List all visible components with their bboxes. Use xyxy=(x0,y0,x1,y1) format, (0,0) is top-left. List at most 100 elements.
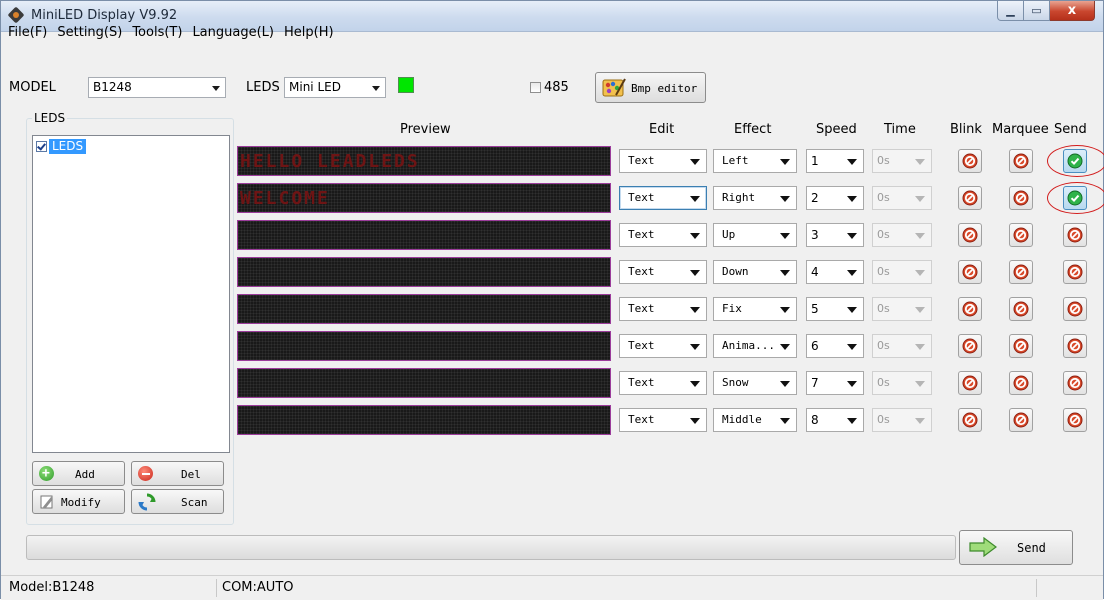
menu-language[interactable]: Language(L) xyxy=(187,23,279,43)
send-button[interactable]: Send xyxy=(959,530,1073,565)
time-select[interactable]: 0s xyxy=(872,186,932,210)
highlight-ring xyxy=(1047,145,1104,177)
add-button-label: Add xyxy=(75,468,95,481)
edit-select[interactable]: Text xyxy=(619,149,707,173)
marquee-toggle[interactable] xyxy=(1009,223,1033,247)
time-select[interactable]: 0s xyxy=(872,297,932,321)
send-toggle[interactable] xyxy=(1063,260,1087,284)
speed-select[interactable]: 5 xyxy=(806,297,864,321)
effect-select[interactable]: Anima... xyxy=(713,334,797,358)
effect-select[interactable]: Right xyxy=(713,186,797,210)
marquee-toggle[interactable] xyxy=(1009,334,1033,358)
marquee-toggle[interactable] xyxy=(1009,149,1033,173)
blink-toggle[interactable] xyxy=(958,260,982,284)
preview-screen[interactable] xyxy=(237,294,611,324)
time-select[interactable]: 0s xyxy=(872,334,932,358)
edit-select[interactable]: Text xyxy=(619,260,707,284)
blink-toggle[interactable] xyxy=(958,149,982,173)
speed-select[interactable]: 2 xyxy=(806,186,864,210)
blink-toggle[interactable] xyxy=(958,297,982,321)
tree-item-leds[interactable]: LEDS xyxy=(36,139,87,154)
speed-select[interactable]: 4 xyxy=(806,260,864,284)
edit-select-value: Text xyxy=(628,302,655,315)
preview-screen[interactable] xyxy=(237,257,611,287)
preview-screen[interactable] xyxy=(237,368,611,398)
model-select[interactable]: B1248 xyxy=(88,77,226,98)
leds-select[interactable]: Mini LED xyxy=(284,77,386,98)
add-button[interactable]: + Add xyxy=(32,461,125,486)
modify-button[interactable]: Modify xyxy=(32,489,125,514)
speed-select[interactable]: 3 xyxy=(806,223,864,247)
preview-screen[interactable]: WELCOME xyxy=(237,183,611,213)
leds-tree[interactable]: LEDS xyxy=(32,135,230,453)
time-select[interactable]: 0s xyxy=(872,408,932,432)
edit-select[interactable]: Text xyxy=(619,334,707,358)
edit-select[interactable]: Text xyxy=(619,408,707,432)
send-toggle[interactable] xyxy=(1063,223,1087,247)
effect-select[interactable]: Snow xyxy=(713,371,797,395)
edit-select[interactable]: Text xyxy=(619,186,707,210)
edit-select[interactable]: Text xyxy=(619,297,707,321)
speed-select[interactable]: 7 xyxy=(806,371,864,395)
menu-tools[interactable]: Tools(T) xyxy=(127,23,187,43)
marquee-toggle[interactable] xyxy=(1009,260,1033,284)
speed-select[interactable]: 1 xyxy=(806,149,864,173)
scan-button[interactable]: Scan xyxy=(131,489,224,514)
minimize-icon: ▁ xyxy=(1006,4,1015,17)
effect-select[interactable]: Fix xyxy=(713,297,797,321)
col-edit: Edit xyxy=(649,122,675,137)
edit-select-value: Text xyxy=(628,265,655,278)
send-toggle[interactable] xyxy=(1063,408,1087,432)
tree-item-checkbox[interactable] xyxy=(36,141,47,152)
status-com: COM:AUTO xyxy=(222,580,294,595)
chevron-down-icon xyxy=(915,270,925,276)
send-toggle[interactable] xyxy=(1063,297,1087,321)
blink-toggle[interactable] xyxy=(958,408,982,432)
menu-file[interactable]: File(F) xyxy=(1,23,52,43)
maximize-button[interactable]: ▭ xyxy=(1024,1,1050,21)
time-select[interactable]: 0s xyxy=(872,260,932,284)
edit-select[interactable]: Text xyxy=(619,223,707,247)
chevron-down-icon xyxy=(690,159,700,165)
del-button[interactable]: Del xyxy=(131,461,224,486)
effect-select[interactable]: Down xyxy=(713,260,797,284)
close-button[interactable]: x xyxy=(1050,1,1095,21)
effect-select[interactable]: Up xyxy=(713,223,797,247)
color-swatch[interactable] xyxy=(398,77,414,93)
preview-screen[interactable] xyxy=(237,331,611,361)
menu-setting[interactable]: Setting(S) xyxy=(52,23,127,43)
plus-icon: + xyxy=(42,466,50,481)
menu-help[interactable]: Help(H) xyxy=(279,23,339,43)
preview-screen[interactable] xyxy=(237,220,611,250)
status-divider xyxy=(216,579,217,597)
marquee-toggle[interactable] xyxy=(1009,297,1033,321)
time-select[interactable]: 0s xyxy=(872,149,932,173)
preview-screen[interactable]: HELLO LEADLEDS xyxy=(237,146,611,176)
effect-select[interactable]: Left xyxy=(713,149,797,173)
status-model: Model:B1248 xyxy=(9,580,95,595)
preview-screen[interactable] xyxy=(237,405,611,435)
speed-select[interactable]: 8 xyxy=(806,408,864,432)
model-label: MODEL xyxy=(9,80,56,95)
send-toggle[interactable] xyxy=(1063,334,1087,358)
blink-toggle[interactable] xyxy=(958,223,982,247)
minimize-button[interactable]: ▁ xyxy=(997,1,1024,21)
blink-toggle[interactable] xyxy=(958,186,982,210)
col-effect: Effect xyxy=(734,122,772,137)
marquee-toggle[interactable] xyxy=(1009,186,1033,210)
time-select[interactable]: 0s xyxy=(872,371,932,395)
speed-select[interactable]: 6 xyxy=(806,334,864,358)
blink-toggle[interactable] xyxy=(958,334,982,358)
bmp-editor-button[interactable]: Bmp editor xyxy=(595,72,706,103)
send-progress-bar xyxy=(26,535,956,560)
marquee-toggle[interactable] xyxy=(1009,408,1033,432)
marquee-toggle[interactable] xyxy=(1009,371,1033,395)
blink-toggle[interactable] xyxy=(958,371,982,395)
time-select-value: 0s xyxy=(877,228,890,241)
tree-item-label: LEDS xyxy=(49,139,87,154)
effect-select[interactable]: Middle xyxy=(713,408,797,432)
time-select[interactable]: 0s xyxy=(872,223,932,247)
rs485-checkbox[interactable] xyxy=(530,82,541,93)
edit-select[interactable]: Text xyxy=(619,371,707,395)
send-toggle[interactable] xyxy=(1063,371,1087,395)
